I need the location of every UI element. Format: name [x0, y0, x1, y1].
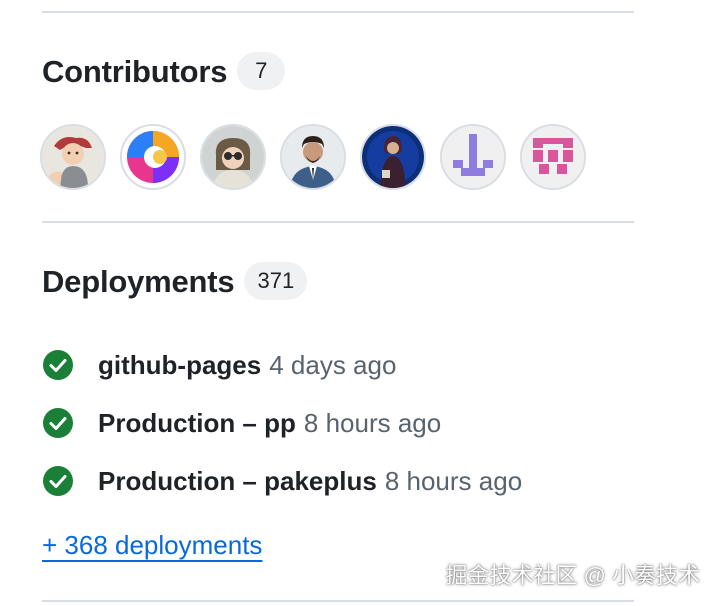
- baby-photo-avatar[interactable]: [40, 124, 106, 190]
- deployments-list: github-pages 4 days ago Production – pp …: [42, 336, 522, 510]
- deployment-item: Production – pakeplus 8 hours ago: [42, 452, 522, 510]
- deployment-time: 4 days ago: [269, 349, 397, 380]
- pink-identicon-avatar[interactable]: [520, 124, 586, 190]
- repo-sidebar: Contributors 7 Deployments 371 github-pa…: [0, 0, 718, 606]
- contributors-avatars: [40, 124, 586, 190]
- deployment-name-link[interactable]: Production – pakeplus: [98, 466, 377, 497]
- check-circle-icon: [43, 350, 73, 380]
- girl-sunglasses-avatar[interactable]: [200, 124, 266, 190]
- more-deployments-link[interactable]: + 368 deployments: [42, 530, 262, 561]
- check-circle-icon: [43, 408, 73, 438]
- colorful-logo-avatar[interactable]: [120, 124, 186, 190]
- person-blue-avatar[interactable]: [360, 124, 426, 190]
- watermark-text: 掘金技术社区 @ 小奏技术: [445, 563, 700, 588]
- purple-identicon-avatar[interactable]: [440, 124, 506, 190]
- deployment-name-link[interactable]: Production – pp: [98, 408, 296, 439]
- contributors-header[interactable]: Contributors 7: [42, 52, 286, 90]
- contributors-title[interactable]: Contributors: [42, 56, 227, 87]
- deployment-time: 8 hours ago: [384, 465, 523, 496]
- check-circle-icon: [43, 466, 73, 496]
- middle-divider: [42, 221, 634, 223]
- deployments-title[interactable]: Deployments: [42, 266, 235, 297]
- deployments-header[interactable]: Deployments 371: [42, 262, 308, 300]
- top-divider: [42, 11, 634, 13]
- man-suit-avatar[interactable]: [280, 124, 346, 190]
- deployment-item: github-pages 4 days ago: [42, 336, 522, 394]
- bottom-divider: [42, 600, 634, 602]
- deployment-name-link[interactable]: github-pages: [98, 350, 261, 381]
- contributors-count-badge: 7: [237, 52, 286, 90]
- deployment-time: 8 hours ago: [303, 407, 442, 438]
- deployment-item: Production – pp 8 hours ago: [42, 394, 522, 452]
- deployments-count-badge: 371: [244, 262, 308, 300]
